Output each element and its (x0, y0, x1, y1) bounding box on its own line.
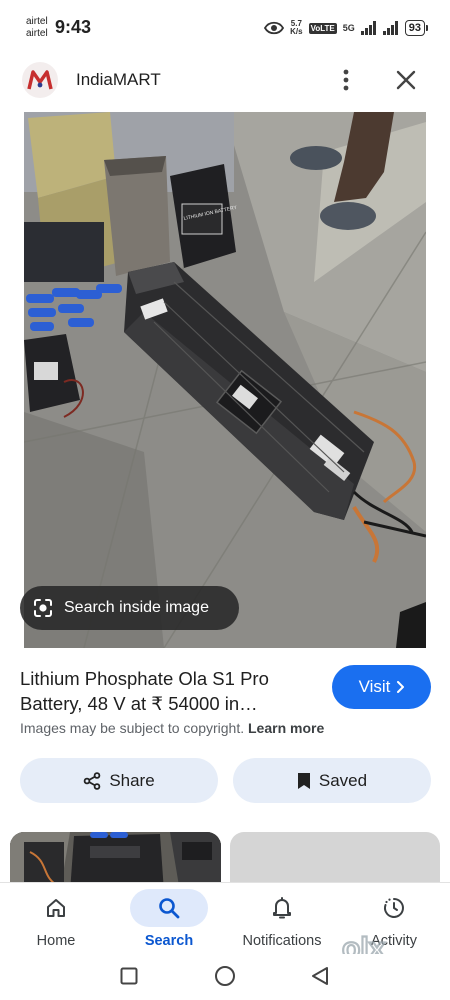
more-vert-icon (343, 69, 349, 91)
saved-button[interactable]: Saved (233, 758, 431, 803)
copyright-text: Images may be subject to copyright. (20, 720, 245, 736)
share-label: Share (109, 770, 155, 790)
nav-notifications-icon-wrap (243, 889, 321, 927)
nav-search-label: Search (144, 933, 194, 949)
back-button[interactable] (308, 964, 332, 988)
product-photo: LITHIUM ION BATTERY (24, 112, 426, 648)
carrier-1: airtel (26, 16, 48, 27)
search-icon (159, 898, 180, 919)
visit-label: Visit (358, 677, 391, 696)
lens-icon (34, 599, 52, 617)
system-navigation-bar (0, 954, 450, 1000)
bookmark-filled-icon (297, 772, 310, 789)
signal-icon (360, 21, 376, 35)
square-icon (120, 967, 138, 985)
product-image[interactable]: LITHIUM ION BATTERY (24, 112, 426, 648)
saved-label: Saved (318, 770, 368, 790)
carrier-names: airtel airtel (26, 16, 48, 40)
nav-activity-icon-wrap (355, 889, 433, 927)
chevron-right-icon (397, 681, 405, 693)
nav-notifications-label: Notifications (242, 933, 322, 949)
home-icon (47, 899, 65, 917)
battery-tip (426, 25, 428, 31)
visit-button[interactable]: Visit (332, 665, 431, 709)
nav-home[interactable]: Home (17, 883, 95, 955)
nav-search-icon-wrap (130, 889, 208, 927)
home-system-button[interactable] (213, 964, 237, 988)
activity-icon (384, 898, 404, 918)
indiamart-logo (22, 62, 58, 98)
search-inside-image-button[interactable]: Search inside image (20, 586, 239, 630)
clock: 9:43 (55, 17, 92, 37)
battery-level: 93 (404, 20, 425, 36)
share-icon (84, 771, 101, 790)
app-header: IndiaMART (0, 56, 450, 106)
nav-notifications[interactable]: Notifications (232, 883, 332, 955)
more-options-button[interactable] (334, 64, 358, 96)
copyright-notice: Images may be subject to copyright. Lear… (20, 720, 324, 736)
volte-badge: VoLTE (308, 22, 337, 34)
share-button[interactable]: Share (20, 758, 218, 803)
network-speed-unit: K/s (290, 27, 303, 36)
result-title[interactable]: Lithium Phosphate Ola S1 Pro Battery, 48… (20, 666, 320, 716)
close-button[interactable] (390, 64, 422, 96)
network-speed: 5.7 K/s (290, 20, 302, 36)
eye-icon (264, 21, 285, 35)
nav-home-icon-wrap (17, 889, 95, 927)
battery-indicator: 93 (404, 20, 428, 36)
status-icons: 5.7 K/s VoLTE 5G 93 (264, 18, 428, 38)
circle-icon (215, 966, 235, 986)
carrier-2: airtel (26, 28, 48, 39)
bell-icon (273, 897, 291, 919)
network-type: 5G (342, 23, 355, 33)
search-inside-image-label: Search inside image (64, 599, 209, 616)
learn-more-link[interactable]: Learn more (248, 720, 324, 736)
status-bar: airtel airtel 9:43 5.7 K/s VoLTE 5G 93 (0, 0, 450, 56)
indiamart-logo-icon (27, 70, 53, 90)
nav-home-label: Home (36, 933, 76, 949)
nav-search[interactable]: Search (130, 883, 208, 955)
recent-apps-button[interactable] (117, 964, 141, 988)
site-name: IndiaMART (76, 70, 161, 89)
close-icon (396, 70, 416, 90)
triangle-back-icon (312, 967, 328, 985)
signal-icon-2 (382, 21, 398, 35)
